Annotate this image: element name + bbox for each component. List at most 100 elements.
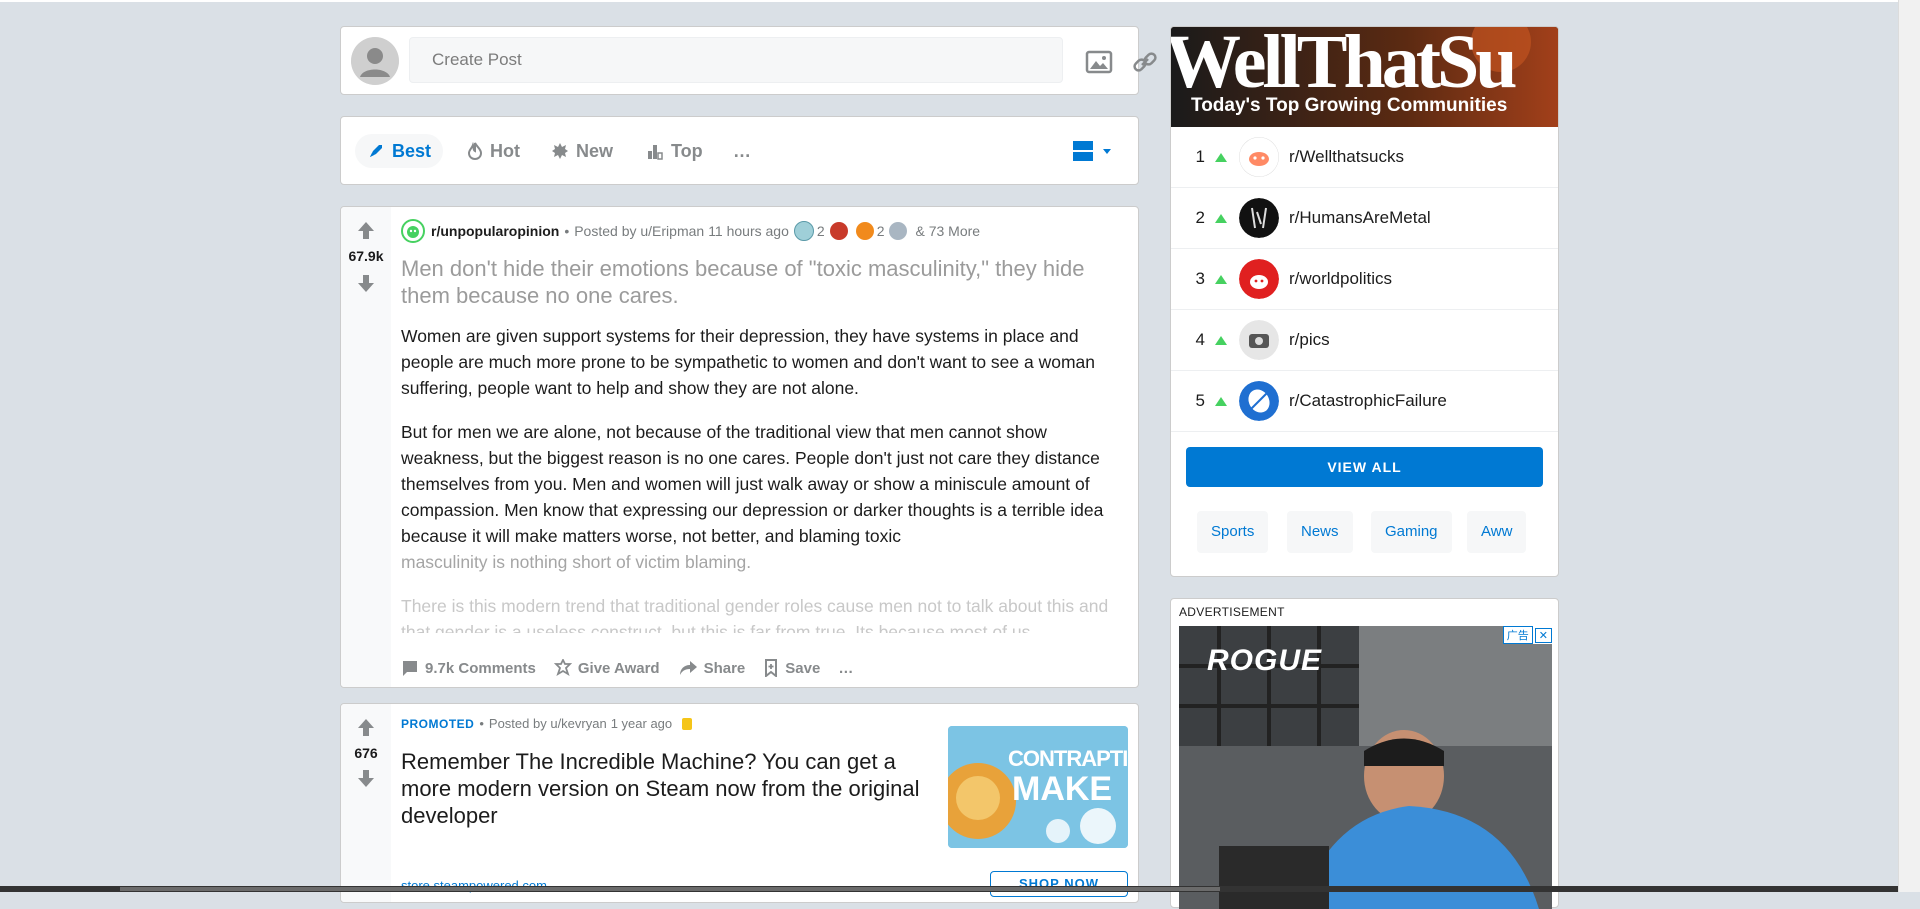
- upvote-icon[interactable]: [357, 718, 375, 738]
- create-post-bar: Create Post: [340, 26, 1157, 95]
- separator-dot: •: [479, 716, 484, 731]
- comments-button[interactable]: 9.7k Comments: [401, 659, 536, 677]
- shop-now-button[interactable]: SHOP NOW: [990, 871, 1128, 897]
- community-name: r/CatastrophicFailure: [1289, 391, 1447, 410]
- community-name: r/worldpolitics: [1289, 269, 1392, 288]
- vote-count: 67.9k: [348, 248, 384, 264]
- category-chip[interactable]: Sports: [1197, 511, 1269, 553]
- card-layout-icon: [1073, 141, 1111, 161]
- award-wholesome-icon[interactable]: [829, 222, 848, 240]
- rocket-icon: [370, 145, 382, 157]
- award-silver-icon[interactable]: [793, 221, 814, 241]
- separator-dot: •: [564, 223, 570, 239]
- community-icon: [1239, 137, 1279, 177]
- top-chart-icon: [648, 145, 663, 160]
- layout-switcher[interactable]: [1071, 139, 1113, 163]
- award-fire-icon[interactable]: [855, 222, 874, 240]
- rising-arrow-icon: [1215, 152, 1227, 162]
- community-row[interactable]: 3 r/worldpolitics: [1171, 249, 1558, 310]
- community-row[interactable]: 2 r/HumansAreMetal: [1171, 188, 1558, 249]
- post-paragraph: masculinity is nothing short of victim b…: [401, 552, 752, 572]
- post-time: 11 hours ago: [708, 223, 789, 239]
- category-chip[interactable]: News: [1287, 511, 1353, 553]
- scrollbar-thumb[interactable]: [120, 887, 1220, 891]
- community-rank: 5: [1195, 391, 1205, 410]
- upvote-icon[interactable]: [357, 221, 375, 241]
- community-rank: 3: [1195, 269, 1205, 288]
- rising-arrow-icon: [1215, 335, 1227, 345]
- category-chip[interactable]: Aww: [1467, 511, 1527, 553]
- award-icon: [553, 659, 572, 677]
- sort-new-label: New: [576, 140, 614, 161]
- top-growing-communities: WellThatSu Today's Top Growing Communiti…: [1170, 26, 1559, 577]
- save-label: Save: [785, 659, 821, 677]
- vote-column: 676: [341, 704, 391, 902]
- view-all-button[interactable]: VIEW ALL: [1186, 447, 1543, 487]
- advertisement-label: ADVERTISEMENT: [1179, 605, 1285, 619]
- advertisement-card: ADVERTISEMENT ROGUE 广告 ✕: [1170, 598, 1559, 909]
- downvote-icon[interactable]: [357, 273, 375, 293]
- community-icon: [1239, 320, 1279, 360]
- community-row[interactable]: 4 r/pics: [1171, 310, 1558, 371]
- trending-title: Today's Top Growing Communities: [1191, 95, 1508, 116]
- flame-icon: [467, 142, 483, 160]
- create-post-input[interactable]: Create Post: [409, 37, 1063, 83]
- promoted-post-card[interactable]: 676 PROMOTED • Posted by u/kevryan 1 yea…: [340, 703, 1139, 903]
- close-icon[interactable]: ✕: [1534, 627, 1552, 643]
- ad-badge: 广告: [1502, 626, 1533, 644]
- sort-new-tab[interactable]: New: [539, 134, 625, 168]
- promoted-tag: PROMOTED: [401, 716, 475, 731]
- promoted-title[interactable]: Remember The Incredible Machine? You can…: [401, 748, 921, 829]
- downvote-icon[interactable]: [357, 768, 375, 788]
- save-button[interactable]: Save: [763, 659, 820, 677]
- award-party-icon[interactable]: [889, 222, 908, 240]
- community-rank: 4: [1195, 330, 1205, 349]
- community-name: r/HumansAreMetal: [1289, 208, 1431, 227]
- sort-more-button[interactable]: …: [721, 134, 763, 168]
- thumb-text-main: MAKE: [1012, 770, 1113, 808]
- promoted-meta: PROMOTED • Posted by u/kevryan 1 year ag…: [401, 716, 693, 731]
- community-row[interactable]: 5 r/CatastrophicFailure: [1171, 371, 1558, 432]
- sort-hot-tab[interactable]: Hot: [455, 134, 532, 168]
- post-more-button[interactable]: …: [838, 660, 853, 677]
- promoted-thumbnail[interactable]: CONTRAPTIO MAKE: [948, 726, 1128, 848]
- community-icon: [1239, 381, 1279, 421]
- post-title[interactable]: Men don't hide their emotions because of…: [401, 255, 1101, 309]
- posted-by[interactable]: Posted by u/Eripman: [574, 223, 704, 239]
- post-paragraph-faded: There is this modern trend that traditio…: [401, 596, 1109, 633]
- more-icon: …: [733, 140, 751, 161]
- category-chip[interactable]: Gaming: [1371, 511, 1452, 553]
- share-label: Share: [703, 659, 746, 677]
- ad-choices[interactable]: 广告 ✕: [1502, 626, 1552, 644]
- community-name: r/pics: [1289, 330, 1330, 349]
- community-rank: 2: [1195, 208, 1205, 227]
- give-award-button[interactable]: Give Award: [553, 659, 660, 677]
- sort-top-tab[interactable]: Top: [634, 134, 715, 168]
- link-icon[interactable]: [1130, 47, 1160, 77]
- community-row[interactable]: 1 r/Wellthatsucks: [1171, 127, 1558, 188]
- rising-arrow-icon: [1215, 213, 1227, 223]
- award-count-2: 2: [876, 223, 885, 239]
- vertical-scrollbar[interactable]: [1898, 0, 1920, 892]
- community-icon: [1239, 198, 1279, 238]
- subreddit-link[interactable]: r/unpopularopinion: [431, 223, 559, 239]
- post-card[interactable]: 67.9k r/unpopularopinion • Posted by u/E…: [340, 206, 1139, 688]
- award-count-1: 2: [816, 223, 825, 239]
- posted-by[interactable]: Posted by u/kevryan: [489, 716, 607, 731]
- horizontal-scrollbar[interactable]: [0, 886, 1898, 892]
- post-body[interactable]: Women are given support systems for thei…: [401, 323, 1131, 651]
- user-avatar-icon[interactable]: [351, 37, 399, 85]
- comment-icon: [403, 661, 417, 676]
- more-awards[interactable]: & 73 More: [915, 223, 980, 239]
- lock-icon: [682, 717, 693, 730]
- community-icon: [1239, 259, 1279, 299]
- advertisement-image[interactable]: ROGUE 广告 ✕: [1179, 626, 1552, 909]
- subreddit-icon[interactable]: [401, 219, 425, 243]
- post-actions: 9.7k Comments Give Award Share Save …: [401, 659, 871, 677]
- image-icon[interactable]: [1084, 47, 1114, 77]
- vote-column: 67.9k: [341, 207, 391, 687]
- sort-hot-label: Hot: [490, 140, 520, 161]
- vote-count: 676: [354, 745, 378, 761]
- share-button[interactable]: Share: [678, 659, 746, 677]
- sort-best-tab[interactable]: Best: [355, 134, 444, 168]
